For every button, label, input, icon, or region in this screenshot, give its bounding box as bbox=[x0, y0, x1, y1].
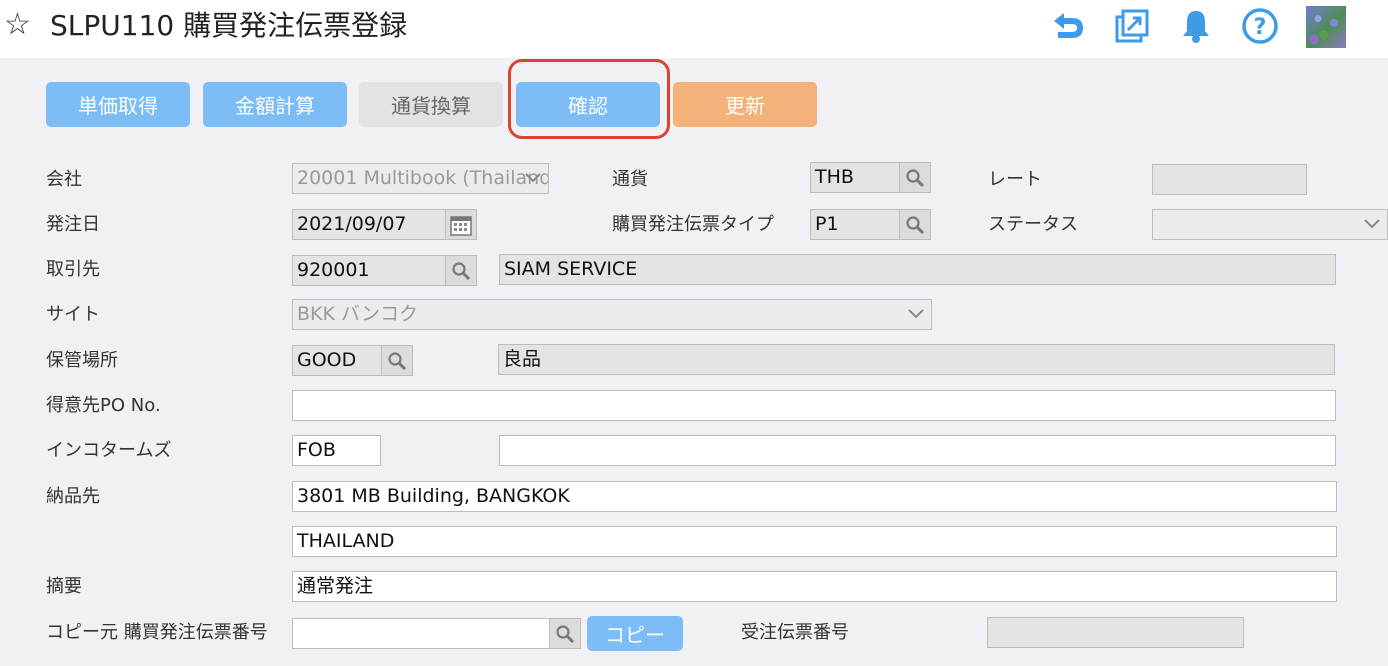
incoterms-text-input[interactable] bbox=[499, 435, 1336, 466]
storage-label: 保管場所 bbox=[46, 350, 118, 371]
copy-source-search-button[interactable] bbox=[550, 618, 581, 649]
summary-label: 摘要 bbox=[46, 576, 82, 597]
rate-field bbox=[1152, 164, 1307, 195]
search-icon bbox=[906, 215, 925, 234]
currency-label: 通貨 bbox=[612, 169, 648, 190]
slip-type-label: 購買発注伝票タイプ bbox=[612, 214, 774, 235]
delivery-line1-input[interactable]: 3801 MB Building, BANGKOK bbox=[292, 481, 1337, 512]
calendar-button[interactable] bbox=[446, 209, 477, 240]
slip-type-search-button[interactable] bbox=[900, 209, 931, 240]
storage-name-field: 良品 bbox=[498, 344, 1335, 375]
svg-text:?: ? bbox=[1254, 15, 1267, 40]
order-date-field[interactable]: 2021/09/07 bbox=[292, 209, 446, 240]
summary-input[interactable]: 通常発注 bbox=[292, 571, 1337, 602]
popout-icon[interactable] bbox=[1112, 6, 1152, 46]
status-label: ステータス bbox=[988, 214, 1078, 235]
search-icon bbox=[452, 261, 471, 280]
copy-source-label: コピー元 購買発注伝票番号 bbox=[46, 622, 268, 643]
customer-po-input[interactable] bbox=[292, 390, 1336, 421]
company-value: 20001 Multibook (Thailand) bbox=[297, 167, 549, 189]
chevron-down-icon bbox=[908, 309, 924, 319]
confirm-highlight bbox=[508, 59, 670, 139]
currency-search-button[interactable] bbox=[900, 162, 931, 193]
supplier-code-field[interactable]: 920001 bbox=[292, 255, 446, 286]
update-button[interactable]: 更新 bbox=[673, 82, 817, 127]
copy-source-input[interactable] bbox=[292, 618, 550, 649]
page-title: SLPU110 購買発注伝票登録 bbox=[50, 9, 408, 42]
search-icon bbox=[388, 351, 407, 370]
bell-icon[interactable] bbox=[1176, 6, 1216, 46]
amount-calc-button[interactable]: 金額計算 bbox=[203, 82, 347, 127]
company-select[interactable]: 20001 Multibook (Thailand) bbox=[292, 163, 549, 194]
slip-type-field[interactable]: P1 bbox=[810, 209, 900, 240]
avatar[interactable] bbox=[1306, 6, 1346, 48]
customer-po-label: 得意先PO No. bbox=[46, 395, 161, 416]
supplier-label: 取引先 bbox=[46, 259, 100, 280]
status-select[interactable] bbox=[1152, 209, 1388, 240]
help-icon[interactable]: ? bbox=[1240, 6, 1280, 46]
currency-convert-button[interactable]: 通貨換算 bbox=[359, 82, 503, 127]
chevron-down-icon bbox=[1364, 219, 1380, 229]
supplier-search-button[interactable] bbox=[446, 255, 477, 286]
incoterms-label: インコタームズ bbox=[46, 440, 172, 461]
site-label: サイト bbox=[46, 304, 100, 325]
delivery-label: 納品先 bbox=[46, 486, 100, 507]
chevron-down-icon bbox=[525, 173, 541, 183]
unit-price-button[interactable]: 単価取得 bbox=[46, 82, 190, 127]
order-date-label: 発注日 bbox=[46, 214, 100, 235]
rate-label: レート bbox=[988, 169, 1042, 190]
search-icon bbox=[906, 168, 925, 187]
delivery-line2-input[interactable]: THAILAND bbox=[292, 526, 1337, 557]
site-select[interactable]: BKK バンコク bbox=[292, 299, 932, 330]
sales-slip-field bbox=[987, 617, 1244, 648]
storage-code-field[interactable]: GOOD bbox=[292, 345, 382, 376]
supplier-name-field: SIAM SERVICE bbox=[499, 254, 1336, 285]
copy-button[interactable]: コピー bbox=[587, 616, 683, 651]
undo-icon[interactable] bbox=[1048, 6, 1088, 46]
favorite-star-icon[interactable]: ☆ bbox=[4, 10, 31, 40]
calendar-icon bbox=[450, 215, 472, 236]
storage-search-button[interactable] bbox=[382, 345, 413, 376]
currency-field[interactable]: THB bbox=[810, 162, 900, 193]
search-icon bbox=[556, 624, 575, 643]
incoterms-code-input[interactable]: FOB bbox=[292, 435, 381, 466]
site-value: BKK バンコク bbox=[297, 303, 418, 325]
company-label: 会社 bbox=[46, 169, 82, 190]
sales-slip-label: 受注伝票番号 bbox=[741, 622, 849, 643]
app-header: ☆ SLPU110 購買発注伝票登録 ? bbox=[0, 0, 1388, 58]
